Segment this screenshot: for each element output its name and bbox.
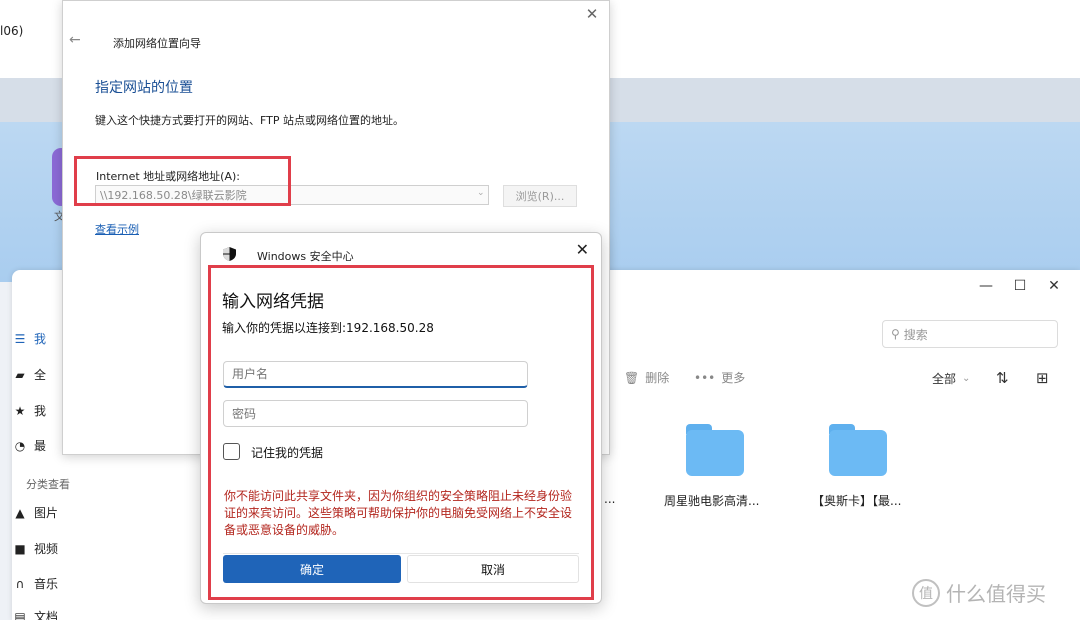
sidebar-item-music[interactable]: ∩ 音乐 xyxy=(14,575,58,592)
folder-label-fragment: ... xyxy=(604,492,616,506)
delete-label: 删除 xyxy=(645,371,670,385)
document-icon: ▤ xyxy=(14,609,26,620)
folder-icon[interactable] xyxy=(829,424,887,476)
chevron-down-icon[interactable]: ⌄ xyxy=(477,188,485,198)
folder-label[interactable]: 【奥斯卡】【最... xyxy=(812,492,901,509)
highlight-box xyxy=(208,265,594,600)
wizard-title: 添加网络位置向导 xyxy=(113,37,201,50)
sidebar-item-my[interactable]: ☰ 我 xyxy=(14,330,46,347)
folder-label[interactable]: 周星驰电影高清... xyxy=(664,492,759,509)
star-icon: ★ xyxy=(14,403,26,418)
more-label: 更多 xyxy=(721,371,746,385)
chevron-down-icon: ⌄ xyxy=(962,373,971,384)
sidebar-item-videos[interactable]: ■ 视频 xyxy=(14,540,58,557)
sidebar-item-label: 我 xyxy=(34,332,47,346)
sidebar-item-all[interactable]: ▰ 全 xyxy=(14,366,46,383)
video-icon: ■ xyxy=(14,541,26,556)
back-arrow-icon[interactable]: ← xyxy=(69,32,81,48)
sidebar-section-label: 分类查看 xyxy=(26,478,70,491)
sidebar-item-label: 视频 xyxy=(34,542,59,556)
minimize-icon[interactable]: — xyxy=(978,278,994,294)
headphones-icon: ∩ xyxy=(15,576,25,591)
view-example-link[interactable]: 查看示例 xyxy=(95,221,139,237)
trash-icon: 🗑 xyxy=(624,370,640,385)
watermark: 值 什么值得买 xyxy=(912,578,1046,607)
sidebar-item-label: 音乐 xyxy=(34,577,59,591)
background-title-fragment: l06) xyxy=(0,24,24,38)
image-icon: ▲ xyxy=(15,505,25,520)
close-icon[interactable]: ✕ xyxy=(583,5,601,23)
filter-dropdown[interactable]: 全部 ⌄ xyxy=(932,370,970,387)
filter-label: 全部 xyxy=(932,372,957,386)
wizard-heading: 指定网站的位置 xyxy=(95,80,193,96)
close-icon[interactable]: ✕ xyxy=(576,240,589,259)
highlight-box xyxy=(74,156,291,206)
sidebar-item-images[interactable]: ▲ 图片 xyxy=(14,504,58,521)
folder-icon: ▰ xyxy=(15,367,25,382)
close-icon[interactable]: ✕ xyxy=(1046,278,1062,294)
delete-button[interactable]: 🗑 删除 xyxy=(624,369,669,386)
wizard-description: 键入这个快捷方式要打开的网站、FTP 站点或网络位置的地址。 xyxy=(95,114,404,127)
maximize-icon[interactable]: ☐ xyxy=(1012,278,1028,294)
sidebar-item-documents[interactable]: ▤ 文档 xyxy=(14,608,58,620)
sort-icon[interactable]: ⇅ xyxy=(996,369,1009,387)
dialog-title: Windows 安全中心 xyxy=(257,250,354,263)
sidebar-item-label: 图片 xyxy=(34,506,59,520)
folder-icon[interactable] xyxy=(686,424,744,476)
search-icon: ⚲ xyxy=(891,327,900,341)
more-icon: ••• xyxy=(694,370,716,385)
list-icon: ☰ xyxy=(14,331,26,346)
browse-button[interactable]: 浏览(R)... xyxy=(503,185,577,207)
search-box[interactable]: ⚲ 搜索 xyxy=(882,320,1058,348)
clock-icon: ◔ xyxy=(14,438,26,453)
watermark-text: 什么值得买 xyxy=(946,582,1046,606)
sidebar-item-label: 我 xyxy=(34,404,47,418)
sidebar-item-recent[interactable]: ◔ 最 xyxy=(14,437,46,454)
search-input[interactable]: 搜索 xyxy=(904,326,928,343)
sidebar-item-label: 文档 xyxy=(34,610,59,620)
shield-icon xyxy=(223,247,236,261)
sidebar-item-favorites[interactable]: ★ 我 xyxy=(14,402,46,419)
grid-view-icon[interactable]: ⊞ xyxy=(1036,369,1049,387)
sidebar-item-label: 全 xyxy=(34,368,47,382)
sidebar-item-label: 最 xyxy=(34,439,47,453)
watermark-logo-icon: 值 xyxy=(912,578,940,607)
window-controls: — ☐ ✕ xyxy=(978,278,1062,294)
more-button[interactable]: ••• 更多 xyxy=(694,369,745,386)
